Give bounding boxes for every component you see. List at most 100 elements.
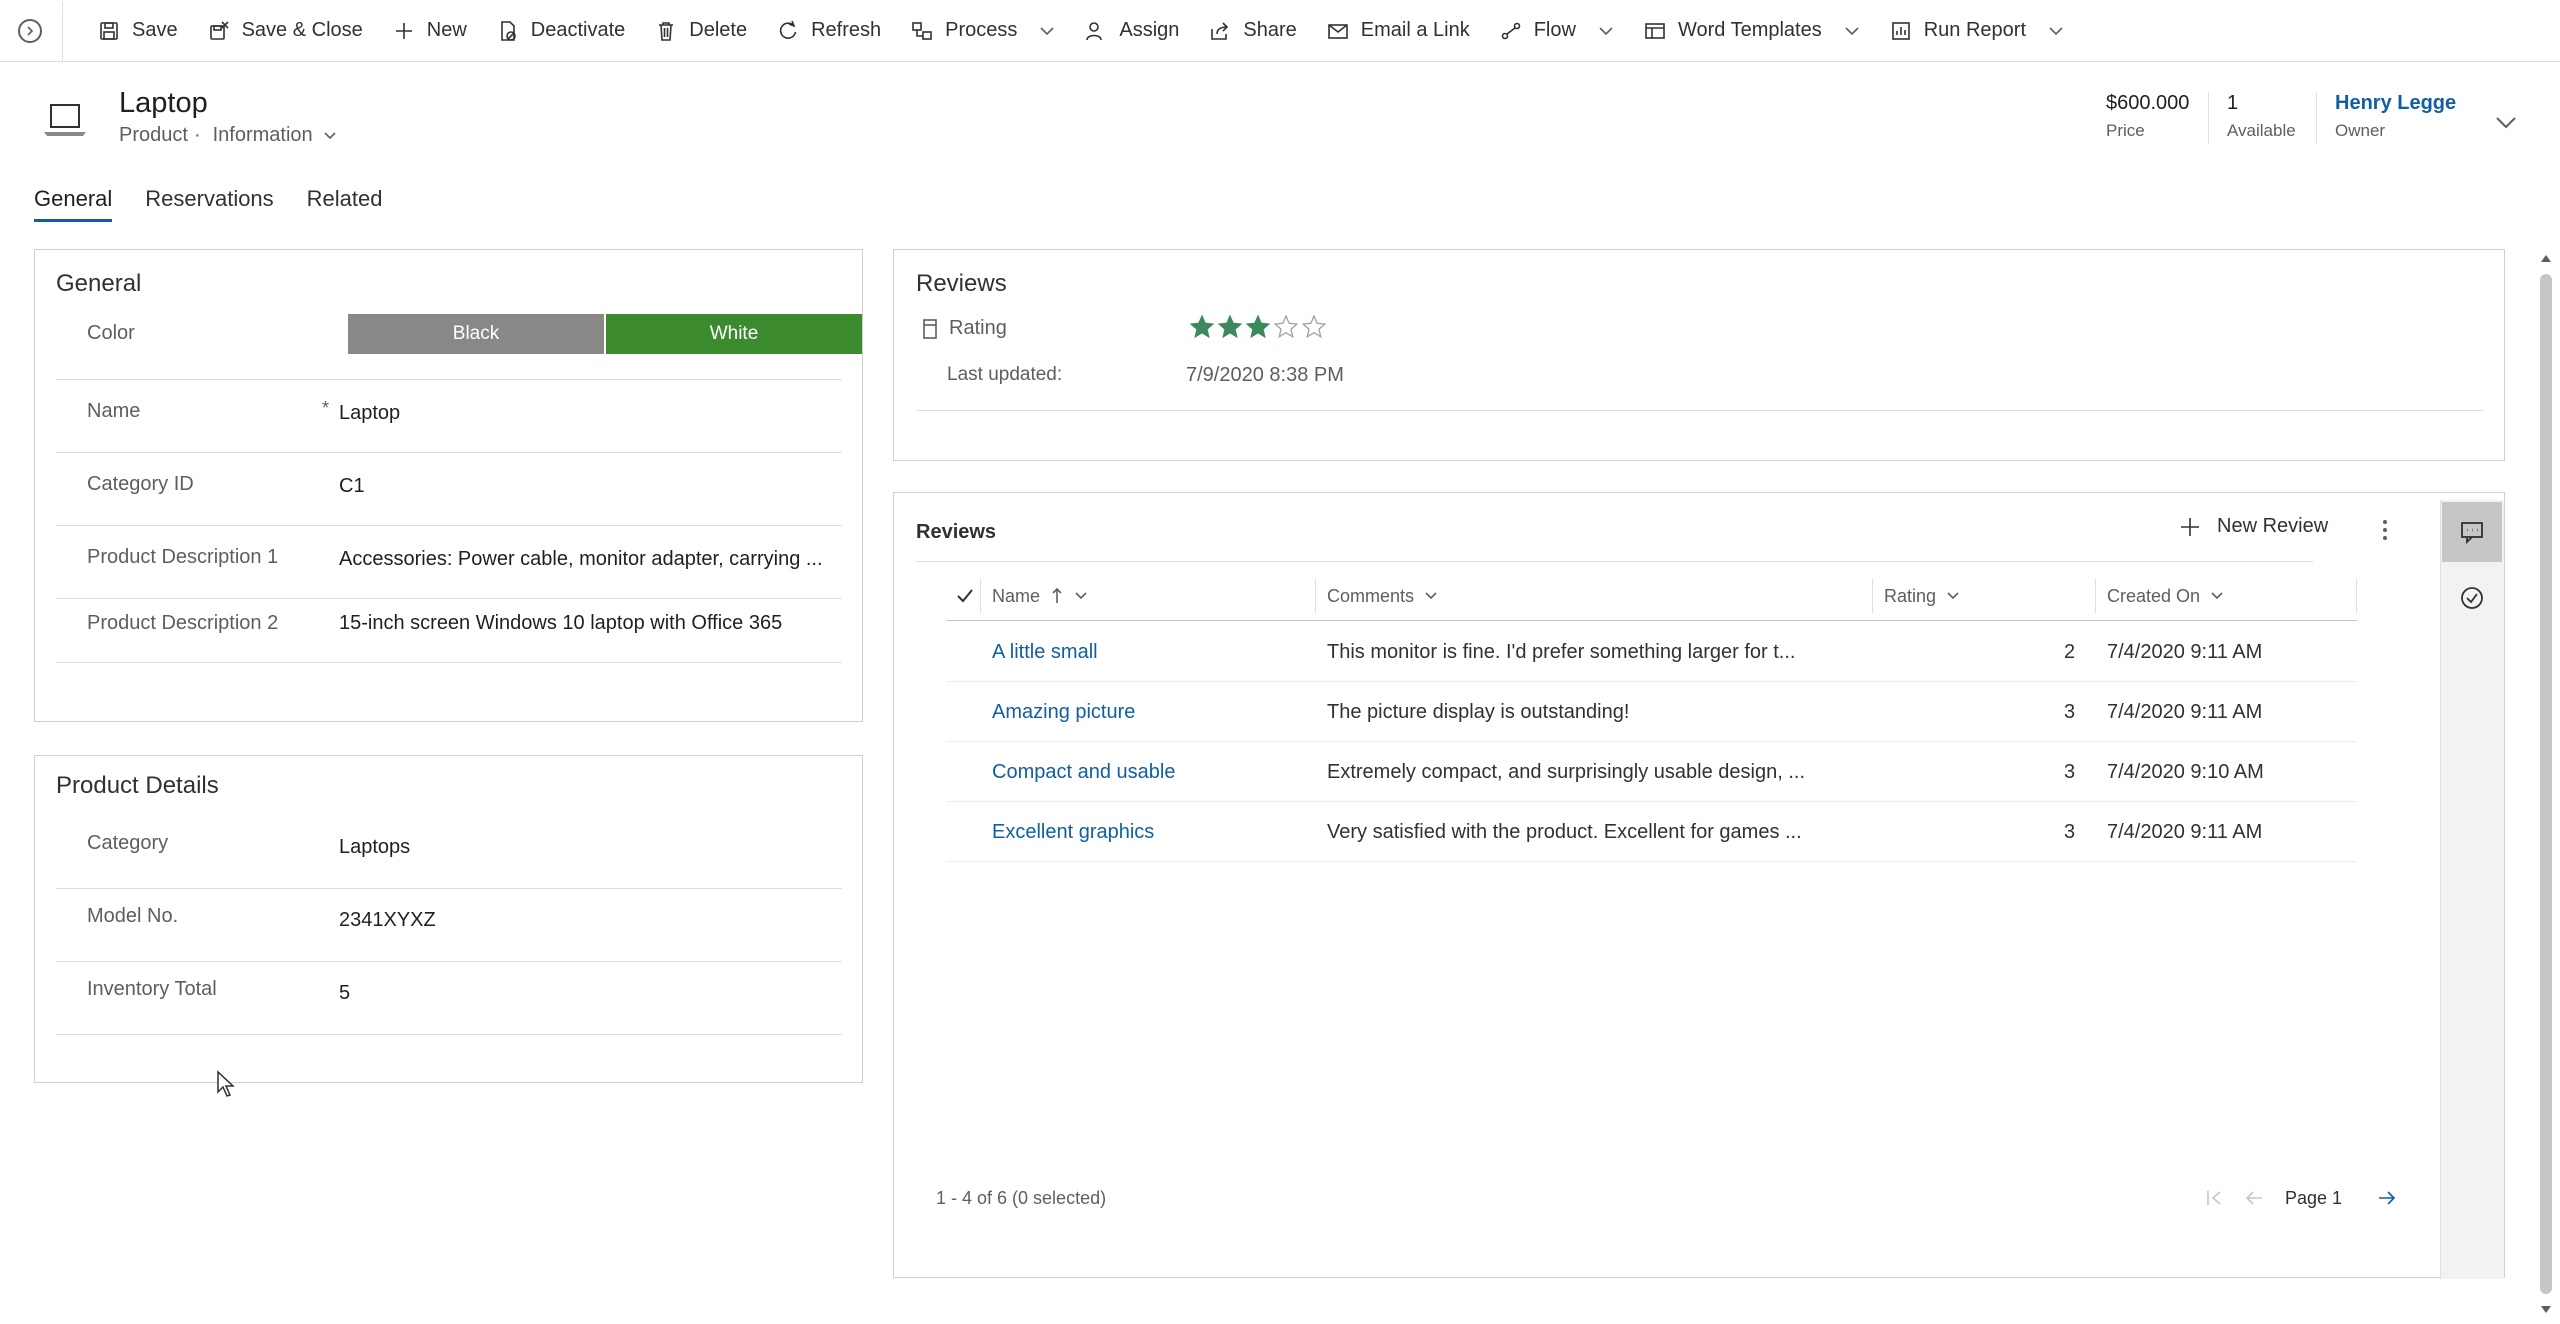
review-name-link[interactable]: Excellent graphics: [992, 802, 1154, 862]
flow-label: Flow: [1533, 19, 1576, 41]
inventory-total-field: Inventory Total 5: [56, 962, 842, 1035]
process-button[interactable]: Process: [896, 0, 1070, 62]
assign-button[interactable]: Assign: [1070, 0, 1194, 62]
flow-button[interactable]: Flow: [1485, 0, 1629, 62]
chevron-down-icon: [1075, 592, 1087, 600]
laptop-icon: [44, 104, 86, 136]
column-divider: [2095, 579, 2096, 613]
owner-link[interactable]: Henry Legge: [2335, 92, 2456, 115]
tab-related[interactable]: Related: [307, 186, 383, 222]
section-title: General: [56, 270, 142, 297]
model-no-field: Model No. 2341XYXZ: [56, 889, 842, 962]
share-label: Share: [1243, 19, 1297, 41]
review-rating: 3: [2064, 821, 2076, 843]
previous-page-icon[interactable]: [2244, 1188, 2264, 1208]
available-label: Available: [2227, 121, 2296, 140]
field-value[interactable]: 15-inch screen Windows 10 laptop with Of…: [339, 612, 782, 635]
run-report-button[interactable]: Run Report: [1875, 0, 2079, 62]
review-comments: The picture display is outstanding!: [1327, 701, 1630, 723]
review-rating: 2: [2064, 641, 2076, 663]
field-value[interactable]: C1: [339, 475, 365, 498]
color-option-white[interactable]: White: [606, 314, 862, 354]
column-header-comments[interactable]: Comments: [1327, 571, 1438, 621]
field-value[interactable]: Laptop: [339, 402, 400, 425]
review-name-link[interactable]: Compact and usable: [992, 742, 1175, 802]
plus-icon: [2181, 517, 2199, 536]
star-filled-icon[interactable]: [1189, 314, 1215, 340]
section-title: Reviews: [916, 270, 1007, 297]
tasks-button[interactable]: [2442, 568, 2502, 628]
price-value: $600.000: [2106, 92, 2190, 114]
save-close-label: Save & Close: [241, 19, 363, 41]
share-button[interactable]: Share: [1194, 0, 1311, 62]
star-empty-icon[interactable]: [1273, 314, 1299, 340]
field-label: Name: [87, 400, 141, 422]
delete-label: Delete: [689, 19, 748, 41]
last-updated-value: 7/9/2020 8:38 PM: [1186, 364, 1344, 386]
save-button[interactable]: Save: [83, 0, 193, 62]
column-header-created-on[interactable]: Created On: [2107, 571, 2224, 621]
table-row[interactable]: Amazing picture The picture display is o…: [946, 682, 2357, 742]
field-value[interactable]: Laptops: [339, 836, 410, 859]
back-icon[interactable]: [18, 18, 42, 43]
deactivate-button[interactable]: Deactivate: [482, 0, 641, 62]
tab-general[interactable]: General: [34, 186, 113, 222]
section-title: Product Details: [56, 772, 219, 799]
select-all-checkbox[interactable]: [956, 571, 974, 621]
first-page-icon[interactable]: [2204, 1188, 2224, 1208]
save-close-button[interactable]: Save & Close: [193, 0, 378, 62]
page-indicator: Page 1: [2285, 1188, 2343, 1208]
table-row[interactable]: Excellent graphics Very satisfied with t…: [946, 802, 2357, 862]
next-page-icon[interactable]: [2377, 1188, 2397, 1208]
chevron-down-icon: [1845, 26, 1859, 35]
description-2-field: Product Description 2 15-inch screen Win…: [56, 599, 842, 663]
command-separator: [62, 0, 63, 61]
scroll-up-icon[interactable]: [2541, 254, 2551, 264]
review-name-link[interactable]: Amazing picture: [992, 682, 1135, 742]
new-review-button[interactable]: New Review: [2179, 515, 2328, 538]
assign-label: Assign: [1119, 19, 1180, 41]
word-templates-button[interactable]: Word Templates: [1629, 0, 1875, 62]
table-row[interactable]: Compact and usable Extremely compact, an…: [946, 742, 2357, 802]
delete-button[interactable]: Delete: [640, 0, 762, 62]
grid-header: Name Comments Rating Created On: [946, 571, 2357, 621]
new-button[interactable]: New: [378, 0, 482, 62]
timeline-button[interactable]: [2442, 502, 2502, 562]
word-templates-label: Word Templates: [1677, 19, 1822, 41]
review-name-link[interactable]: A little small: [992, 622, 1098, 682]
star-filled-icon[interactable]: [1245, 314, 1271, 340]
email-link-label: Email a Link: [1360, 19, 1470, 41]
save-icon: [100, 21, 118, 40]
star-empty-icon[interactable]: [1301, 314, 1327, 340]
assign-icon: [1086, 21, 1103, 40]
checkmark-icon: [957, 589, 973, 603]
process-label: Process: [945, 19, 1018, 41]
scroll-down-icon[interactable]: [2541, 1304, 2551, 1314]
color-option-black[interactable]: Black: [348, 314, 604, 354]
comment-icon: [2461, 522, 2483, 545]
scrollbar-thumb[interactable]: [2540, 274, 2552, 1294]
field-value[interactable]: 5: [339, 982, 350, 1005]
page-title: Laptop: [119, 87, 208, 119]
column-header-rating[interactable]: Rating: [1884, 571, 1960, 621]
table-row[interactable]: A little small This monitor is fine. I'd…: [946, 622, 2357, 682]
refresh-button[interactable]: Refresh: [762, 0, 896, 62]
subtitle-dot: ·: [193, 124, 201, 146]
tab-reservations[interactable]: Reservations: [145, 186, 273, 222]
check-circle-icon: [2461, 587, 2483, 609]
star-filled-icon[interactable]: [1217, 314, 1243, 340]
form-selector[interactable]: Information: [213, 124, 337, 147]
column-header-name[interactable]: Name: [992, 571, 1088, 621]
field-value[interactable]: 2341XYXZ: [339, 909, 436, 932]
page-scrollbar[interactable]: [2536, 250, 2556, 1320]
header-owner: Henry Legge Owner: [2335, 92, 2456, 141]
email-link-button[interactable]: Email a Link: [1312, 0, 1485, 62]
chevron-down-icon: [1040, 26, 1054, 35]
chevron-down-icon[interactable]: [2494, 110, 2518, 134]
field-value[interactable]: Accessories: Power cable, monitor adapte…: [339, 548, 823, 571]
rating-label: Rating: [949, 317, 1007, 339]
new-label: New: [426, 19, 467, 41]
record-header: Laptop Product · Information $600.000 Pr…: [0, 62, 2560, 162]
field-label: Category: [87, 832, 169, 854]
more-options-icon[interactable]: [2381, 519, 2389, 541]
